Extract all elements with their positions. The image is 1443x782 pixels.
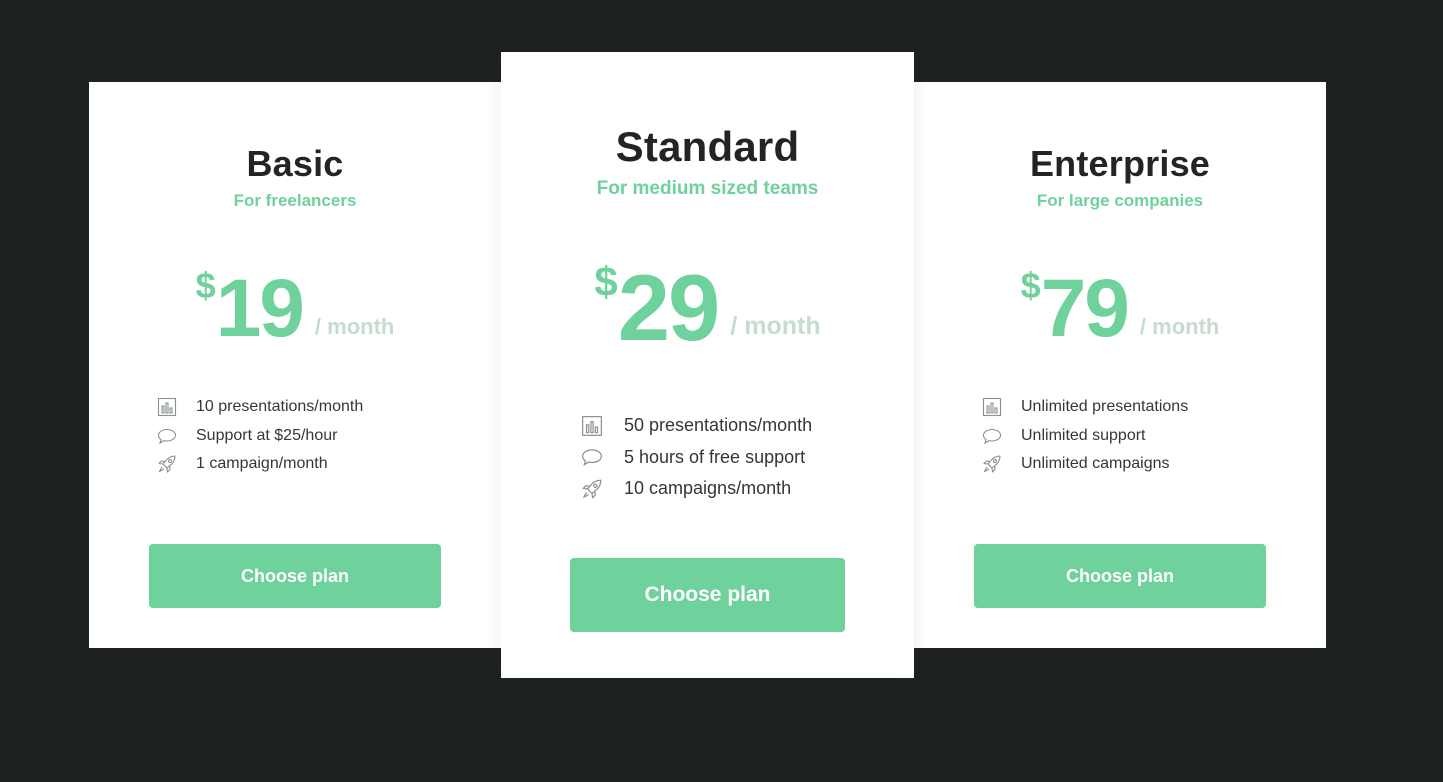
feature-item: Unlimited campaigns [982,450,1188,479]
pricing-card-standard: Standard For medium sized teams $ 29 / m… [501,52,914,678]
speech-bubble-icon [157,426,177,446]
feature-text: 1 campaign/month [196,455,328,473]
plan-name: Basic [246,143,344,184]
price-amount: 19 [215,263,305,354]
feature-text: Unlimited support [1021,426,1146,444]
currency-symbol: $ [1020,265,1041,306]
pricing-card-basic: Basic For freelancers $ 19 / month 10 pr… [89,82,501,648]
rocket-icon [982,454,1002,474]
bar-chart-icon [982,397,1002,417]
rocket-icon [157,454,177,474]
feature-text: 5 hours of free support [624,446,806,467]
feature-text: 50 presentations/month [624,415,813,436]
choose-plan-button[interactable]: Choose plan [149,544,441,608]
feature-list: 10 presentations/month Support at $25/ho… [157,393,363,479]
feature-text: Support at $25/hour [196,426,338,444]
price: $ 79 / month [914,262,1326,352]
feature-text: 10 campaigns/month [624,478,792,499]
price-amount: 79 [1040,263,1130,354]
feature-item: 10 campaigns/month [581,473,812,505]
rocket-icon [581,478,603,500]
choose-plan-button[interactable]: Choose plan [974,544,1266,608]
price-period: / month [314,314,395,339]
price: $ 19 / month [89,262,501,352]
feature-text: Unlimited presentations [1021,398,1189,416]
price-period: / month [1139,314,1220,339]
plan-name: Enterprise [1029,143,1211,184]
feature-item: 1 campaign/month [157,450,363,479]
feature-item: Unlimited support [982,422,1188,451]
plan-subtitle: For freelancers [233,191,357,210]
feature-list: 50 presentations/month 5 hours of free s… [581,410,812,505]
price: $ 29 / month [501,257,914,357]
feature-text: Unlimited campaigns [1021,455,1170,473]
feature-item: Unlimited presentations [982,393,1188,422]
feature-list: Unlimited presentations Unlimited suppor… [982,393,1188,479]
plan-subtitle: For large companies [1036,191,1204,210]
plan-name: Standard [615,123,800,170]
feature-item: 10 presentations/month [157,393,363,422]
speech-bubble-icon [982,426,1002,446]
plan-subtitle: For medium sized teams [596,178,819,199]
choose-plan-button[interactable]: Choose plan [570,558,845,632]
bar-chart-icon [157,397,177,417]
feature-item: 5 hours of free support [581,442,812,474]
price-amount: 29 [617,255,721,360]
currency-symbol: $ [594,258,618,305]
speech-bubble-icon [581,446,603,468]
currency-symbol: $ [195,265,216,306]
feature-item: 50 presentations/month [581,410,812,442]
price-period: / month [730,312,821,340]
bar-chart-icon [581,415,603,437]
pricing-card-enterprise: Enterprise For large companies $ 79 / mo… [914,82,1326,648]
feature-item: Support at $25/hour [157,422,363,451]
feature-text: 10 presentations/month [196,398,364,416]
